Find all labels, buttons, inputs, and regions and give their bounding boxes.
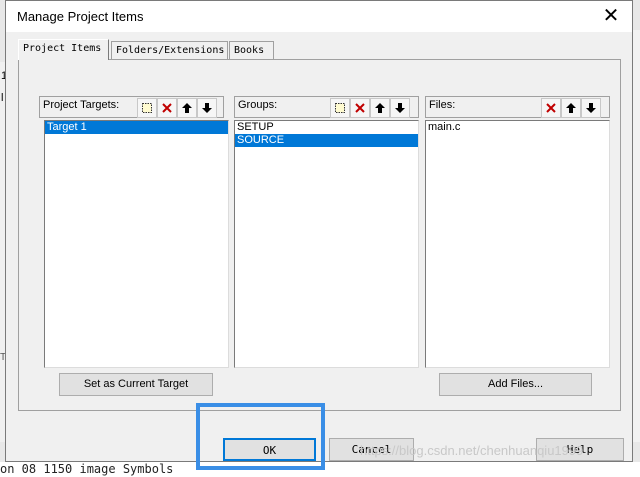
targets-label: Project Targets: — [43, 99, 120, 111]
new-item-icon — [142, 103, 152, 113]
new-target-button[interactable] — [137, 98, 157, 118]
files-label: Files: — [429, 99, 456, 111]
dialog-title: Manage Project Items — [17, 9, 144, 24]
ok-button[interactable]: OK — [223, 438, 316, 461]
files-header: Files: — [425, 96, 610, 118]
background-output-text: on 08 1150 image Symbols — [0, 462, 640, 477]
list-item[interactable]: SETUP — [235, 121, 418, 134]
targets-list[interactable]: Target 1 — [44, 120, 229, 368]
tab-folders-extensions[interactable]: Folders/Extensions — [111, 41, 228, 59]
delete-icon — [355, 103, 365, 113]
tab-project-items[interactable]: Project Items — [18, 39, 109, 60]
project-items-panel: Project Targets: Target 1 Groups: SETUP … — [18, 59, 621, 411]
arrow-down-icon — [586, 103, 596, 113]
arrow-up-icon — [182, 103, 192, 113]
title-bar[interactable]: Manage Project Items ✕ — [6, 1, 632, 32]
new-group-button[interactable] — [330, 98, 350, 118]
groups-list[interactable]: SETUP SOURCE — [234, 120, 419, 368]
groups-toolbar — [330, 98, 410, 118]
manage-project-items-dialog: Manage Project Items ✕ Project Items Fol… — [5, 0, 633, 462]
background-char: l — [1, 92, 4, 104]
move-group-down-button[interactable] — [390, 98, 410, 118]
set-as-current-target-button[interactable]: Set as Current Target — [59, 373, 213, 396]
list-item[interactable]: SOURCE — [235, 134, 418, 147]
list-item[interactable]: main.c — [426, 121, 609, 134]
background-output-line: on 08 1150 image Symbols — [0, 462, 174, 476]
new-item-icon — [335, 103, 345, 113]
move-target-up-button[interactable] — [177, 98, 197, 118]
groups-label: Groups: — [238, 99, 278, 111]
groups-header: Groups: — [234, 96, 419, 118]
arrow-up-icon — [566, 103, 576, 113]
files-toolbar — [541, 98, 601, 118]
move-file-down-button[interactable] — [581, 98, 601, 118]
arrow-up-icon — [375, 103, 385, 113]
delete-file-button[interactable] — [541, 98, 561, 118]
arrow-down-icon — [395, 103, 405, 113]
move-file-up-button[interactable] — [561, 98, 581, 118]
files-list[interactable]: main.c — [425, 120, 610, 368]
list-item[interactable]: Target 1 — [45, 121, 228, 134]
arrow-down-icon — [202, 103, 212, 113]
tab-books[interactable]: Books — [229, 41, 274, 59]
targets-toolbar — [137, 98, 217, 118]
move-group-up-button[interactable] — [370, 98, 390, 118]
targets-header: Project Targets: — [39, 96, 224, 118]
delete-icon — [162, 103, 172, 113]
close-icon[interactable]: ✕ — [600, 5, 622, 27]
delete-group-button[interactable] — [350, 98, 370, 118]
add-files-button[interactable]: Add Files... — [439, 373, 592, 396]
watermark-text: https://blog.csdn.net/chenhuanqiu1999 — [360, 443, 584, 458]
move-target-down-button[interactable] — [197, 98, 217, 118]
delete-icon — [546, 103, 556, 113]
delete-target-button[interactable] — [157, 98, 177, 118]
